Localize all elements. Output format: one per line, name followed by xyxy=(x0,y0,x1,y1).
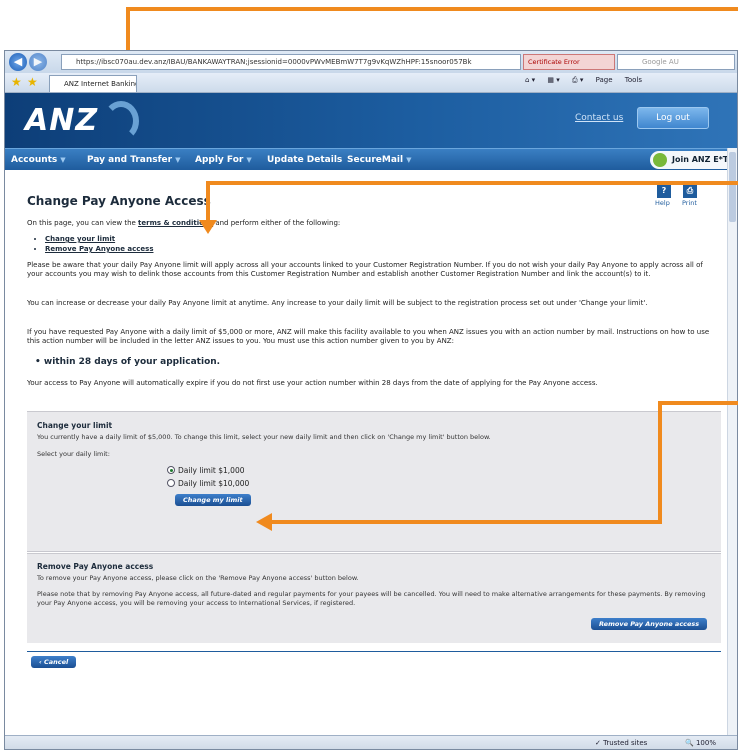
change-limit-title: Change your limit xyxy=(37,421,113,430)
remove-access-note: Please note that by removing Pay Anyone … xyxy=(37,590,706,607)
page-menu[interactable]: Page xyxy=(596,76,613,84)
print-label[interactable]: Print xyxy=(682,199,697,207)
menu-update-details[interactable]: Update Details xyxy=(267,149,342,171)
menu-securemail[interactable]: SecureMail ▼ xyxy=(347,149,411,171)
remove-access-desc: To remove your Pay Anyone access, please… xyxy=(37,574,359,582)
main-content: Change Pay Anyone Access ? Help ⎙ Print … xyxy=(5,170,737,735)
menu-pay-and-transfer[interactable]: Pay and Transfer ▼ xyxy=(87,149,180,171)
back-icon[interactable]: ◀ xyxy=(9,53,27,71)
print-tool-icon[interactable]: ⎙ ▾ xyxy=(572,76,583,84)
forward-icon[interactable]: ▶ xyxy=(29,53,47,71)
change-limit-desc: You currently have a daily limit of $5,0… xyxy=(37,433,491,441)
feeds-icon[interactable]: ▦ ▾ xyxy=(547,76,559,84)
paragraph-increase: You can increase or decrease your daily … xyxy=(27,299,648,307)
page-title: Change Pay Anyone Access xyxy=(27,194,211,208)
trusted-sites-zone[interactable]: ✓ Trusted sites xyxy=(595,739,647,747)
help-icon[interactable]: ? xyxy=(657,184,671,198)
panel-divider xyxy=(27,551,721,552)
main-menu: Accounts ▼ Pay and Transfer ▼ Apply For ▼ U… xyxy=(5,148,737,171)
logout-button[interactable]: Log out xyxy=(637,107,709,129)
paragraph-limit-scope: Please be aware that your daily Pay Anyo… xyxy=(27,261,703,278)
help-print-tools: ? Help ⎙ Print xyxy=(651,184,711,210)
remove-access-title: Remove Pay Anyone access xyxy=(37,562,154,571)
tab-bar: ★ ★ ANZ Internet Banking ⌂ ▾ ▦ ▾ ⎙ ▾ Pag… xyxy=(5,73,737,93)
browser-window: ◀ ▶ https://ibsc070au.dev.anz/IBAU/BANKA… xyxy=(4,50,738,750)
deadline-bullet: • within 28 days of your application. xyxy=(35,357,221,367)
change-limit-panel: Change your limit You currently have a d… xyxy=(27,411,721,551)
remove-pay-anyone-button[interactable]: Remove Pay Anyone access xyxy=(591,618,708,630)
url-field[interactable]: https://ibsc070au.dev.anz/IBAU/BANKAWAYT… xyxy=(61,54,521,70)
home-icon[interactable]: ⌂ ▾ xyxy=(525,76,535,84)
change-my-limit-button[interactable]: Change my limit xyxy=(175,494,251,506)
annotation-arrow-2-head xyxy=(199,220,217,234)
annotation-arrow-3-head xyxy=(256,513,272,531)
annotation-arrow-3-stem xyxy=(658,401,662,524)
paragraph-expiry: Your access to Pay Anyone will automatic… xyxy=(27,379,598,387)
address-bar-row: ◀ ▶ https://ibsc070au.dev.anz/IBAU/BANKA… xyxy=(5,51,737,73)
tools-menu[interactable]: Tools xyxy=(625,76,642,84)
cancel-button[interactable]: ‹ Cancel xyxy=(31,656,77,668)
radio-selected-icon[interactable] xyxy=(167,466,175,474)
menu-accounts[interactable]: Accounts ▼ xyxy=(11,149,66,171)
annotation-arrow-3-bottom xyxy=(270,520,662,524)
limit-option-1000[interactable]: Daily limit $1,000 xyxy=(167,466,245,475)
remove-access-link[interactable]: Remove Pay Anyone access xyxy=(45,244,153,254)
annotation-arrow-3-top xyxy=(658,401,738,405)
radio-unselected-icon[interactable] xyxy=(167,479,175,487)
annotation-arrow-2-top xyxy=(206,181,738,185)
command-bar: ⌂ ▾ ▦ ▾ ⎙ ▾ Page Tools xyxy=(525,76,735,90)
menu-apply-for[interactable]: Apply For ▼ xyxy=(195,149,252,171)
limit-option-10000[interactable]: Daily limit $10,000 xyxy=(167,479,249,488)
anz-logo: ANZ xyxy=(25,103,99,138)
scroll-thumb[interactable] xyxy=(729,152,736,222)
change-limit-link[interactable]: Change your limit xyxy=(45,234,153,244)
status-bar: ✓ Trusted sites 🔍 100% xyxy=(5,735,737,749)
anz-swirl-icon xyxy=(103,101,139,141)
paragraph-action-number: If you have requested Pay Anyone with a … xyxy=(27,328,710,345)
remove-access-panel: Remove Pay Anyone access To remove your … xyxy=(27,553,721,643)
search-input[interactable]: Google AU xyxy=(617,54,735,70)
options-list: Change your limit Remove Pay Anyone acce… xyxy=(35,234,153,254)
etrade-icon xyxy=(653,153,667,167)
intro-text: On this page, you can view the terms & c… xyxy=(27,219,341,227)
select-limit-label: Select your daily limit: xyxy=(37,450,110,458)
print-icon[interactable]: ⎙ xyxy=(683,184,697,198)
zoom-level[interactable]: 🔍 100% xyxy=(685,739,716,747)
etrade-join-link[interactable]: Join ANZ E*TRADE xyxy=(650,151,737,169)
help-label[interactable]: Help xyxy=(655,199,670,207)
annotation-arrow-2-stem xyxy=(206,181,210,222)
anz-header: ANZ Contact us Log out xyxy=(5,93,737,148)
annotation-arrow-1-top xyxy=(126,7,738,11)
contact-us-link[interactable]: Contact us xyxy=(575,113,623,123)
favorites-star-icon[interactable]: ★ xyxy=(11,75,22,89)
certificate-error-badge[interactable]: Certificate Error xyxy=(523,54,615,70)
browser-tab[interactable]: ANZ Internet Banking xyxy=(49,75,137,92)
add-favorite-icon[interactable]: ★ xyxy=(27,75,38,89)
vertical-scrollbar[interactable] xyxy=(727,148,737,735)
footer-divider xyxy=(27,651,721,652)
